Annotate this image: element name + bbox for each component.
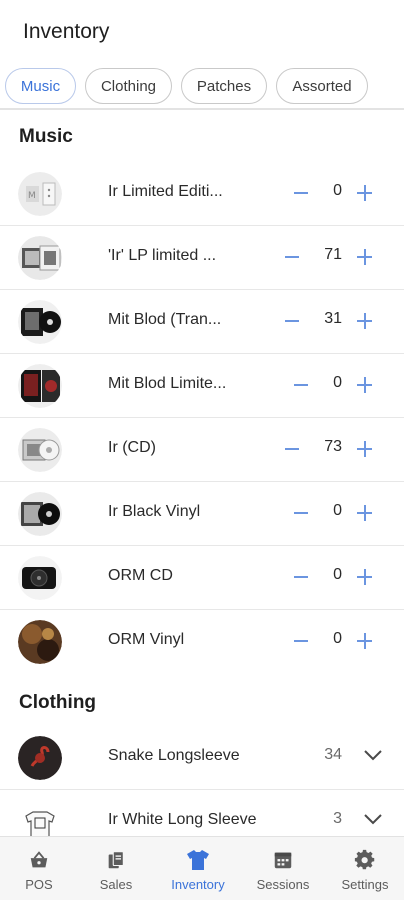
nav-inventory[interactable]: Inventory (164, 837, 232, 900)
list-item[interactable]: Snake Longsleeve 34 (0, 726, 404, 790)
item-name: Mit Blod (Tran... (108, 311, 222, 328)
nav-pos[interactable]: POS (14, 837, 64, 900)
product-thumbnail (18, 800, 62, 836)
tabs-divider (0, 108, 404, 110)
product-thumbnail (18, 620, 62, 664)
item-name: Ir (CD) (108, 439, 156, 456)
item-quantity: 0 (333, 374, 342, 391)
inventory-list[interactable]: Music M Ir Limited Editi... 0 'Ir' LP li… (0, 112, 404, 836)
basket-icon (30, 851, 48, 868)
product-thumbnail (18, 236, 62, 280)
list-item[interactable]: Ir Black Vinyl 0 (0, 482, 404, 546)
item-name: Snake Longsleeve (108, 747, 240, 764)
item-quantity: 0 (333, 566, 342, 583)
list-item[interactable]: Ir (CD) 73 (0, 418, 404, 482)
receipts-icon (108, 851, 124, 869)
increment-button[interactable] (354, 496, 376, 530)
tab-clothing[interactable]: Clothing (85, 68, 172, 104)
nav-settings[interactable]: Settings (336, 837, 394, 900)
item-name: Ir Limited Editi... (108, 183, 223, 200)
increment-button[interactable] (354, 176, 376, 210)
product-thumbnail (18, 428, 62, 472)
item-quantity: 3 (333, 810, 342, 827)
item-quantity: 71 (324, 246, 342, 263)
list-item[interactable]: Mit Blod (Tran... 31 (0, 290, 404, 354)
item-name: Mit Blod Limite... (108, 375, 227, 392)
item-quantity: 0 (333, 630, 342, 647)
increment-button[interactable] (354, 624, 376, 658)
decrement-button[interactable] (281, 304, 303, 338)
list-item[interactable]: M Ir Limited Editi... 0 (0, 162, 404, 226)
product-thumbnail: M (18, 172, 62, 216)
nav-label-pos: POS (25, 877, 53, 892)
svg-text:M: M (28, 191, 36, 201)
gear-icon (354, 849, 375, 870)
increment-button[interactable] (354, 432, 376, 466)
item-name: Ir Black Vinyl (108, 503, 201, 520)
product-thumbnail (18, 556, 62, 600)
chevron-down-icon[interactable] (362, 808, 384, 830)
tab-assorted[interactable]: Assorted (276, 68, 368, 104)
increment-button[interactable] (354, 560, 376, 594)
tab-music[interactable]: Music (5, 68, 76, 104)
list-item[interactable]: Ir White Long Sleeve 3 (0, 790, 404, 836)
nav-label-inventory: Inventory (171, 877, 225, 892)
category-tabs: Music Clothing Patches Assorted (0, 66, 404, 106)
increment-button[interactable] (354, 240, 376, 274)
nav-label-settings: Settings (341, 877, 389, 892)
decrement-button[interactable] (281, 432, 303, 466)
nav-label-sessions: Sessions (256, 877, 310, 892)
tab-patches[interactable]: Patches (181, 68, 267, 104)
shirt-icon (187, 850, 209, 870)
item-name: ORM CD (108, 567, 173, 584)
item-quantity: 73 (324, 438, 342, 455)
chevron-down-icon[interactable] (362, 744, 384, 766)
nav-label-sales: Sales (99, 877, 133, 892)
section-header-music: Music (19, 126, 73, 147)
item-quantity: 0 (333, 502, 342, 519)
item-quantity: 34 (324, 746, 342, 763)
nav-sessions[interactable]: Sessions (252, 837, 314, 900)
product-thumbnail (18, 300, 62, 344)
list-item[interactable]: ORM Vinyl 0 (0, 610, 404, 674)
item-name: Ir White Long Sleeve (108, 811, 257, 828)
page-title: Inventory (23, 20, 110, 43)
calendar-icon (274, 852, 292, 869)
item-name: ORM Vinyl (108, 631, 185, 648)
nav-sales[interactable]: Sales (91, 837, 141, 900)
list-item[interactable]: Mit Blod Limite... 0 (0, 354, 404, 418)
bottom-navigation: POS Sales Inventory Sessions Settings (0, 836, 404, 900)
increment-button[interactable] (354, 304, 376, 338)
list-item[interactable]: ORM CD 0 (0, 546, 404, 610)
item-quantity: 31 (324, 310, 342, 327)
product-thumbnail (18, 364, 62, 408)
increment-button[interactable] (354, 368, 376, 402)
product-thumbnail (18, 736, 62, 780)
item-quantity: 0 (333, 182, 342, 199)
section-header-clothing: Clothing (19, 692, 97, 713)
decrement-button[interactable] (281, 240, 303, 274)
list-item[interactable]: 'Ir' LP limited ... 71 (0, 226, 404, 290)
product-thumbnail (18, 492, 62, 536)
item-name: 'Ir' LP limited ... (108, 247, 217, 264)
